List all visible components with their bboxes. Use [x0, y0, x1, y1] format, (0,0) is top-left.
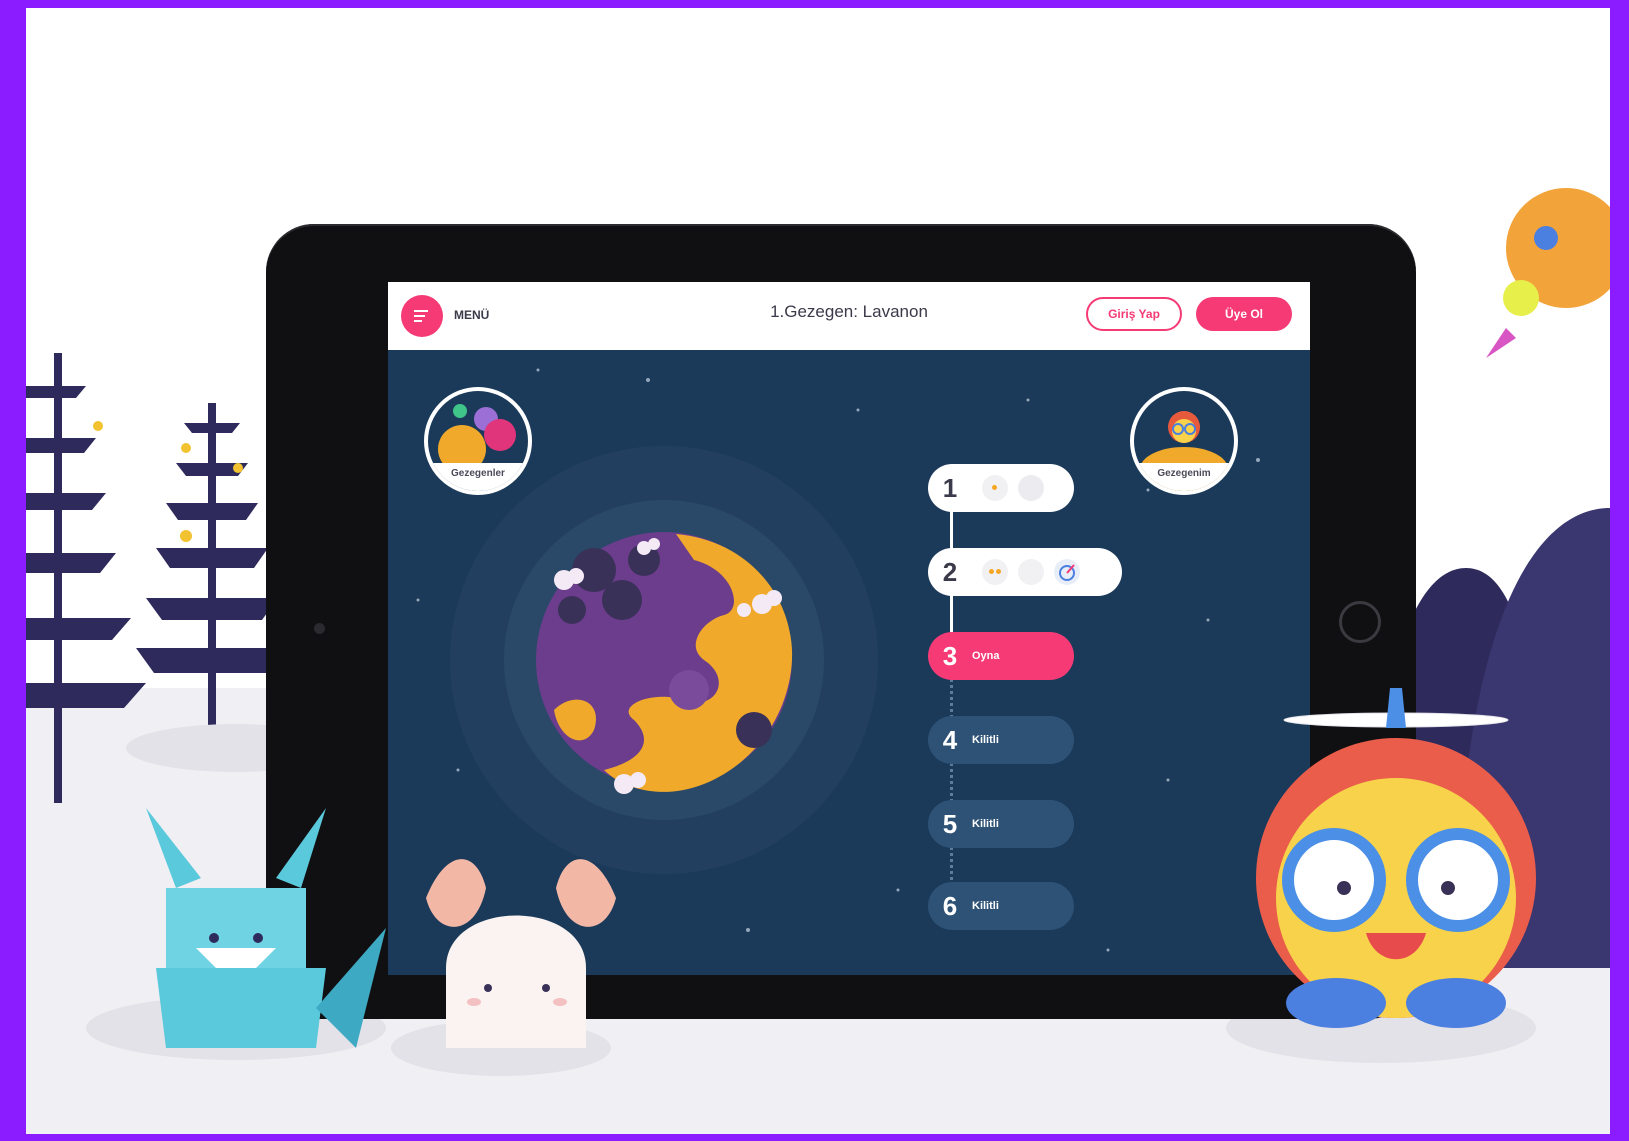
rocket-icon[interactable]: [1054, 559, 1080, 585]
app-screen: MENÜ 1.Gezegen: Lavanon Giriş Yap Üye Ol: [388, 282, 1310, 975]
level-number: 6: [942, 890, 958, 921]
my-planet-nav[interactable]: Gezegenim: [1130, 387, 1238, 495]
level-1[interactable]: 1: [928, 464, 1074, 512]
level-number: 3: [942, 640, 958, 671]
my-planet-label: Gezegenim: [1157, 468, 1211, 479]
login-button[interactable]: Giriş Yap: [1086, 297, 1182, 331]
level-number: 2: [942, 556, 958, 587]
level-play-label: Oyna: [972, 650, 1000, 662]
level-number: 1: [942, 472, 958, 503]
book-icon: [1018, 559, 1044, 585]
camera-icon: [314, 623, 325, 634]
tablet-device: MENÜ 1.Gezegen: Lavanon Giriş Yap Üye Ol: [266, 224, 1416, 1019]
level-4: 4 Kilitli: [928, 716, 1074, 764]
top-bar: MENÜ 1.Gezegen: Lavanon Giriş Yap Üye Ol: [388, 282, 1310, 350]
level-5: 5 Kilitli: [928, 800, 1074, 848]
star-icon: [982, 559, 1008, 585]
home-button[interactable]: [1339, 601, 1381, 643]
hero-scene: MENÜ 1.Gezegen: Lavanon Giriş Yap Üye Ol: [26, 8, 1610, 1134]
planet-illustration: [450, 446, 878, 874]
star-icon: [982, 475, 1008, 501]
level-number: 4: [942, 724, 958, 755]
level-6: 6 Kilitli: [928, 882, 1074, 930]
level-locked-label: Kilitli: [972, 734, 999, 746]
level-2[interactable]: 2: [928, 548, 1122, 596]
signup-button[interactable]: Üye Ol: [1196, 297, 1292, 331]
level-locked-label: Kilitli: [972, 818, 999, 830]
level-3[interactable]: 3 Oyna: [928, 632, 1074, 680]
star-icon: [1018, 475, 1044, 501]
level-locked-label: Kilitli: [972, 900, 999, 912]
level-number: 5: [942, 808, 958, 839]
